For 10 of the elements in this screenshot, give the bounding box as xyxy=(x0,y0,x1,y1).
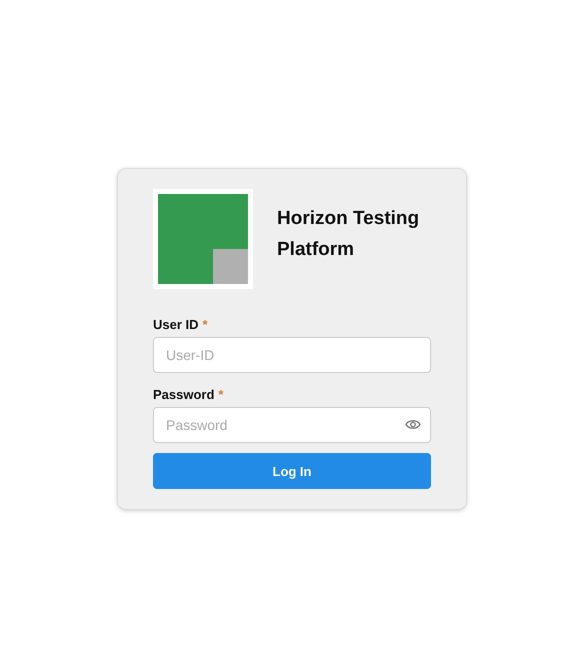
field-label: User ID xyxy=(153,317,199,332)
logo-icon xyxy=(153,189,253,289)
app-title: Horizon Testing Platform xyxy=(277,207,420,262)
field-label: Password xyxy=(153,387,214,402)
required-mark: * xyxy=(218,387,224,402)
input-field[interactable]: User-ID xyxy=(153,337,431,373)
login-button[interactable]: Log In xyxy=(153,453,431,489)
input-field[interactable]: Password xyxy=(153,407,431,443)
eye-icon[interactable] xyxy=(405,419,421,430)
required-mark: * xyxy=(202,317,208,332)
